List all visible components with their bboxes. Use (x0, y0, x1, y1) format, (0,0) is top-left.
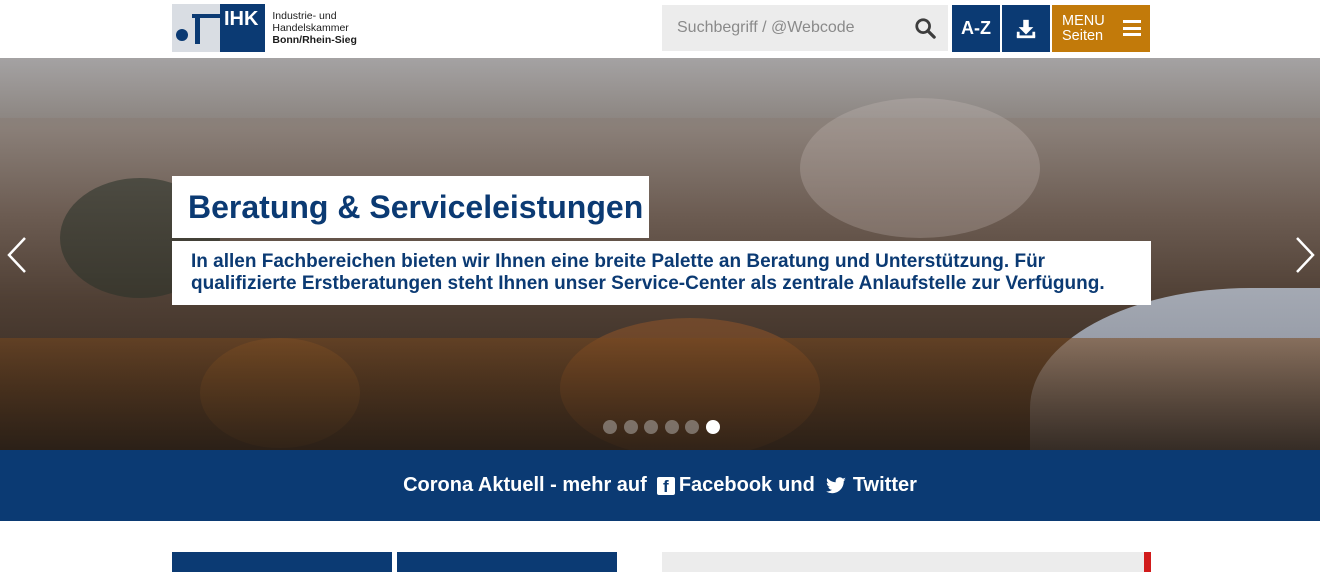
slider-dot[interactable] (685, 420, 699, 434)
teaser-tile-1[interactable] (172, 552, 392, 572)
hamburger-icon (1123, 20, 1141, 36)
hero-slider: Beratung & Serviceleistungen In allen Fa… (0, 58, 1320, 450)
menu-sub-label: Seiten (1062, 27, 1104, 44)
search-box (662, 5, 948, 51)
twitter-link[interactable]: Twitter (853, 474, 917, 497)
hero-title: Beratung & Serviceleistungen (188, 188, 644, 225)
menu-labels: MENU Seiten (1062, 12, 1105, 44)
download-icon (1016, 19, 1036, 38)
slider-next-arrow-icon[interactable] (1294, 236, 1316, 274)
corona-connector-text: und (778, 474, 815, 496)
logo-text: Industrie- und Handelskammer Bonn/Rhein-… (272, 10, 412, 46)
logo-line-1: Industrie- und Handelskammer (272, 10, 349, 34)
teaser-tile-2[interactable] (397, 552, 617, 572)
logo-mark-text: IHK (224, 8, 259, 30)
hero-description-box: In allen Fachbereichen bieten wir Ihnen … (172, 241, 1151, 305)
a-z-label: A-Z (961, 18, 991, 38)
slider-dot[interactable] (644, 420, 658, 434)
slider-pagination (603, 420, 726, 434)
download-button[interactable] (1002, 5, 1050, 52)
ihk-logo-mark: IHK (172, 4, 266, 52)
corona-banner[interactable]: Corona Aktuell - mehr auf f Facebook und… (0, 450, 1320, 521)
side-panel (662, 552, 1144, 572)
search-input[interactable] (662, 5, 902, 51)
slider-prev-arrow-icon[interactable] (6, 236, 28, 274)
hero-title-box: Beratung & Serviceleistungen (172, 176, 649, 238)
slider-dot[interactable] (664, 420, 679, 434)
slider-dot[interactable] (623, 420, 638, 434)
facebook-link[interactable]: Facebook (679, 474, 772, 497)
slider-dot[interactable] (603, 420, 617, 434)
hero-image-sky (0, 58, 1320, 118)
side-panel-accent (1144, 552, 1151, 572)
corona-text: Corona Aktuell - mehr auf (403, 474, 647, 496)
facebook-icon[interactable]: f (656, 476, 675, 495)
search-icon[interactable] (914, 17, 936, 39)
menu-label: MENU (1062, 12, 1105, 29)
logo-line-2: Bonn/Rhein-Sieg (272, 34, 357, 46)
slider-dot-active[interactable] (705, 420, 720, 434)
site-header: IHK Industrie- und Handelskammer Bonn/Rh… (0, 0, 1320, 58)
hero-description: In allen Fachbereichen bieten wir Ihnen … (191, 251, 1105, 294)
hero-image-detail (800, 98, 1040, 238)
twitter-icon[interactable] (825, 476, 847, 495)
ihk-logo[interactable]: IHK Industrie- und Handelskammer Bonn/Rh… (172, 4, 412, 52)
a-z-button[interactable]: A-Z (952, 5, 1000, 52)
menu-button[interactable]: MENU Seiten (1052, 5, 1150, 52)
